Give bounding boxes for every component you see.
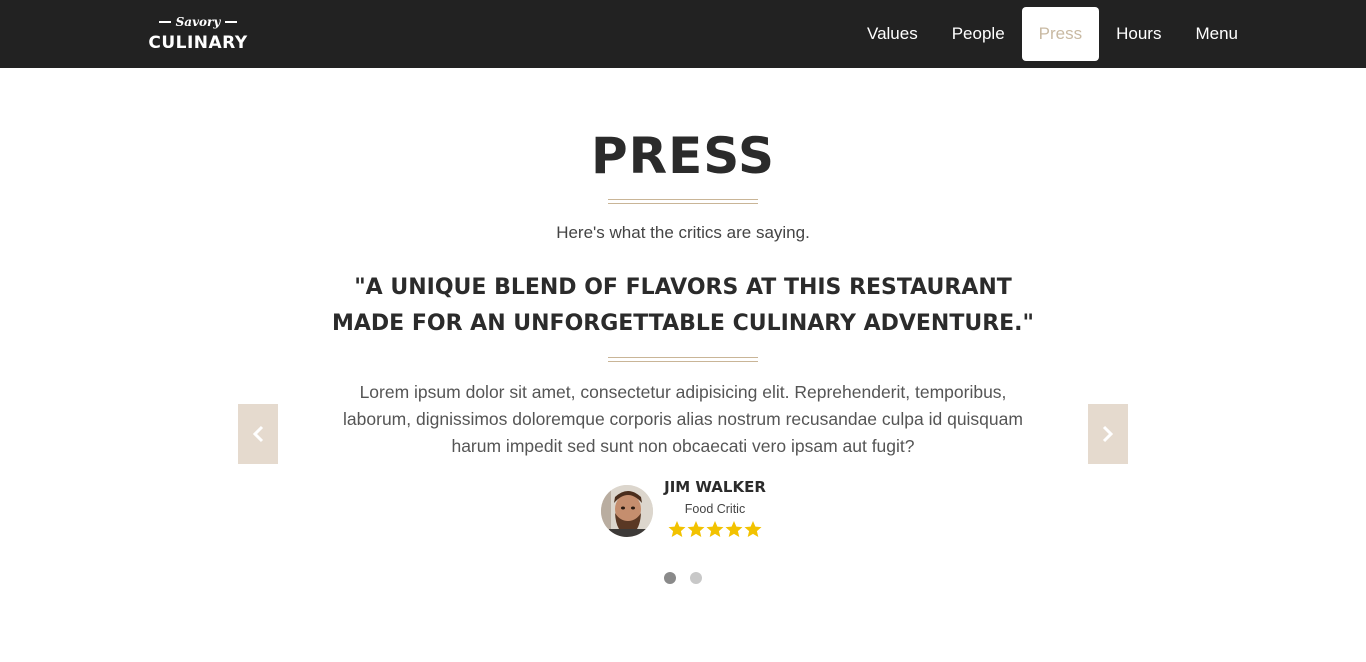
avatar-portrait: [601, 485, 653, 537]
testimonial-quote: "A UNIQUE BLEND OF FLAVORS AT THIS RESTA…: [331, 275, 1035, 336]
testimonial-body: Lorem ipsum dolor sit amet, consectetur …: [343, 382, 1023, 456]
critic-role: Food Critic: [684, 502, 746, 516]
logo-dash-right: [225, 21, 238, 23]
critic-avatar: [601, 485, 653, 537]
star-icon: [668, 521, 686, 537]
carousel-indicators: [664, 572, 702, 584]
logo-dash-left: [158, 21, 171, 23]
critic-name: JIM WALKER: [664, 478, 766, 496]
nav-item-press[interactable]: Press: [1021, 7, 1100, 61]
logo-name-text: CULINARY: [148, 33, 248, 53]
logo-script-text: Savory: [175, 15, 221, 29]
nav-item-menu[interactable]: Menu: [1178, 7, 1255, 61]
title-divider: [608, 199, 758, 204]
chevron-left-icon: [252, 425, 264, 443]
carousel-prev-button[interactable]: [238, 404, 278, 464]
section-title: PRESS: [590, 127, 776, 185]
quote-divider: [608, 357, 758, 362]
nav-item-hours[interactable]: Hours: [1099, 7, 1178, 61]
section-subtitle: Here's what the critics are saying.: [556, 223, 810, 242]
star-icon: [706, 521, 724, 537]
chevron-right-icon: [1102, 425, 1114, 443]
star-icon: [744, 521, 762, 537]
nav-item-values[interactable]: Values: [850, 7, 935, 61]
carousel-dot[interactable]: [664, 572, 676, 584]
carousel-next-button[interactable]: [1088, 404, 1128, 464]
carousel-dot[interactable]: [690, 572, 702, 584]
nav-item-people[interactable]: People: [935, 7, 1022, 61]
logo-script-row: Savory: [144, 14, 252, 30]
star-icon: [687, 521, 705, 537]
rating-stars: [668, 520, 762, 538]
brand-logo[interactable]: Savory CULINARY: [144, 14, 252, 54]
navbar: Savory CULINARY Values People Press Hour…: [0, 0, 1366, 68]
main-nav: Values People Press Hours Menu: [850, 7, 1255, 61]
star-icon: [725, 521, 743, 537]
